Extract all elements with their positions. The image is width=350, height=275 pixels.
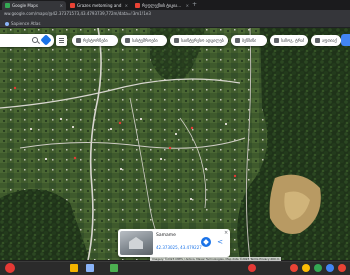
- chip-hotels[interactable]: სასტუმროები: [121, 35, 167, 46]
- satellite-map[interactable]: [0, 28, 350, 260]
- share-icon[interactable]: <: [215, 237, 225, 247]
- place-coordinates[interactable]: 42.373025, 43.479227: [156, 245, 202, 250]
- gas-icon: [235, 38, 240, 43]
- close-icon[interactable]: ×: [60, 3, 63, 8]
- tab-title: Google Maps: [12, 3, 38, 8]
- restaurant-icon: [76, 38, 81, 43]
- tab-grazes[interactable]: Grazes metoming and prcy... ×: [67, 1, 131, 10]
- close-icon[interactable]: ×: [125, 3, 128, 8]
- place-photo[interactable]: [120, 231, 153, 255]
- tab-georgian[interactable]: რეფლექსის ტიკია... ×: [132, 1, 192, 10]
- chip-label: სასტუმროები: [132, 38, 158, 43]
- chip-gas[interactable]: ბენზინი: [231, 35, 267, 46]
- tab-title: Grazes metoming and prcy...: [77, 3, 123, 8]
- chip-label: საზოგ. ტრანსპ.: [281, 38, 304, 43]
- app-icon[interactable]: [338, 264, 346, 272]
- maps-search-box[interactable]: [0, 34, 54, 47]
- bookmark-item[interactable]: Sapience Atlas: [5, 21, 40, 26]
- camera-icon: [174, 38, 179, 43]
- app-icon[interactable]: [290, 264, 298, 272]
- directions-button[interactable]: [201, 237, 211, 247]
- hotel-icon: [125, 38, 130, 43]
- close-icon[interactable]: ×: [224, 230, 228, 236]
- chip-pharmacy[interactable]: აფთიაქი: [311, 35, 341, 46]
- tab-title: რეფლექსის ტიკია...: [142, 3, 182, 8]
- transit-icon: [274, 38, 279, 43]
- maps-favicon-icon: [5, 3, 10, 8]
- new-tab-button[interactable]: +: [192, 1, 197, 8]
- directions-icon[interactable]: [40, 34, 52, 46]
- tab-google-maps[interactable]: Google Maps ×: [2, 1, 66, 10]
- file-explorer-icon[interactable]: [70, 264, 78, 272]
- account-icon[interactable]: [341, 34, 350, 46]
- app-icon[interactable]: [302, 264, 310, 272]
- bookmark-icon: [5, 21, 9, 26]
- app-icon[interactable]: [326, 264, 334, 272]
- app-icon[interactable]: [110, 264, 118, 272]
- bookmark-label: Sapience Atlas: [11, 21, 41, 26]
- map-imagery[interactable]: [0, 28, 350, 260]
- chip-label: აფთიაქი: [322, 38, 337, 43]
- url-text[interactable]: ww.google.com/maps/@42.37371573,43.47937…: [4, 11, 151, 16]
- hamburger-icon[interactable]: [56, 35, 67, 46]
- chip-label: ბენზინი: [242, 38, 257, 43]
- chip-attractions[interactable]: საინტერესო ადგილები: [170, 35, 228, 46]
- tab-strip: Google Maps × Grazes metoming and prcy..…: [0, 0, 350, 10]
- app-icon[interactable]: [248, 264, 256, 272]
- bookmarks-bar: [0, 19, 350, 28]
- chip-transit[interactable]: საზოგ. ტრანსპ.: [270, 35, 308, 46]
- chrome-icon[interactable]: [314, 264, 322, 272]
- chip-label: რესტორნები: [83, 38, 108, 43]
- youtube-favicon-icon: [70, 3, 75, 8]
- place-card[interactable]: Samame 42.373025, 43.479227 < ×: [118, 229, 230, 257]
- close-icon[interactable]: ×: [186, 3, 189, 8]
- opera-icon[interactable]: [5, 263, 15, 273]
- chip-label: საინტერესო ადგილები: [181, 38, 224, 43]
- youtube-favicon-icon: [135, 3, 140, 8]
- search-icon[interactable]: [32, 37, 38, 43]
- place-name[interactable]: Samame: [156, 233, 176, 238]
- app-icon[interactable]: [86, 264, 94, 272]
- pharmacy-icon: [315, 38, 320, 43]
- chip-restaurants[interactable]: რესტორნები: [72, 35, 118, 46]
